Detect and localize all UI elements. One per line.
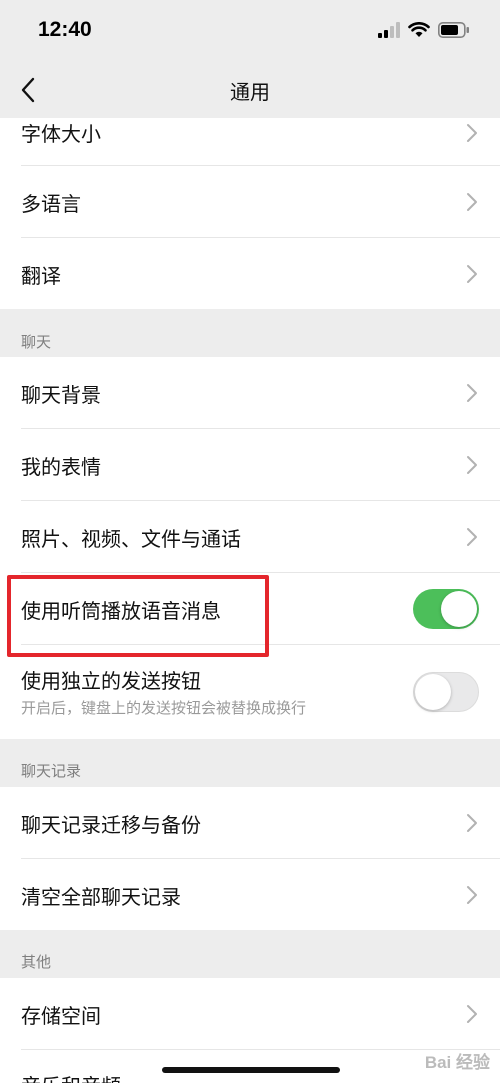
list-item-label: 清空全部聊天记录 bbox=[21, 885, 181, 909]
list-item-language[interactable]: 多语言 bbox=[0, 166, 500, 238]
list-item-label: 翻译 bbox=[21, 264, 61, 288]
status-icons bbox=[378, 22, 470, 38]
page-title: 通用 bbox=[230, 80, 270, 104]
nav-bar: 通用 bbox=[0, 62, 500, 118]
wifi-icon bbox=[408, 22, 430, 37]
list-item-label: 我的表情 bbox=[21, 455, 101, 479]
status-time: 12:40 bbox=[38, 18, 92, 41]
list-item-font-size[interactable]: 字体大小 bbox=[0, 118, 500, 166]
list-item-label: 照片、视频、文件与通话 bbox=[21, 527, 241, 551]
earpiece-playback-toggle[interactable] bbox=[413, 589, 479, 629]
chevron-right-icon bbox=[467, 1005, 477, 1023]
list-item-label: 音乐和音频 bbox=[21, 1070, 121, 1083]
list-item-photos-videos-files-calls[interactable]: 照片、视频、文件与通话 bbox=[0, 501, 500, 573]
list-item-storage[interactable]: 存储空间 bbox=[0, 978, 500, 1050]
separate-send-button-toggle[interactable] bbox=[413, 672, 479, 712]
list-item-label: 使用独立的发送按钮 bbox=[21, 669, 201, 693]
list-item-chat-migrate-backup[interactable]: 聊天记录迁移与备份 bbox=[0, 787, 500, 859]
chevron-right-icon bbox=[467, 124, 477, 142]
chevron-right-icon bbox=[467, 456, 477, 474]
section-header-label: 聊天记录 bbox=[21, 762, 82, 780]
watermark-logo: Bai 经验 bbox=[424, 1053, 490, 1072]
toggle-knob bbox=[441, 591, 477, 627]
highlight-annotation bbox=[7, 575, 269, 657]
cellular-signal-icon bbox=[378, 22, 400, 38]
list-item-label: 存储空间 bbox=[21, 1004, 101, 1028]
chevron-right-icon bbox=[467, 265, 477, 283]
list-item-description: 开启后，键盘上的发送按钮会被替换成换行 bbox=[21, 699, 307, 717]
list-item-translate[interactable]: 翻译 bbox=[0, 238, 500, 309]
chevron-right-icon bbox=[467, 384, 477, 402]
section-header-label: 聊天 bbox=[21, 333, 52, 351]
chevron-right-icon bbox=[467, 193, 477, 211]
chevron-right-icon bbox=[467, 528, 477, 546]
list-item-label: 聊天记录迁移与备份 bbox=[21, 813, 201, 837]
battery-icon bbox=[438, 22, 469, 38]
home-indicator[interactable] bbox=[162, 1067, 340, 1073]
section-header-other: 其他 bbox=[0, 930, 500, 978]
list-item-label: 字体大小 bbox=[21, 122, 101, 146]
section-header-chat: 聊天 bbox=[0, 309, 500, 357]
list-item-my-stickers[interactable]: 我的表情 bbox=[0, 429, 500, 501]
list-item-clear-chat-history[interactable]: 清空全部聊天记录 bbox=[0, 859, 500, 930]
list-item-chat-background[interactable]: 聊天背景 bbox=[0, 357, 500, 429]
toggle-knob bbox=[415, 674, 451, 710]
section-header-label: 其他 bbox=[21, 953, 52, 971]
chevron-right-icon bbox=[467, 814, 477, 832]
chevron-right-icon bbox=[467, 886, 477, 904]
status-bar: 12:40 bbox=[0, 0, 500, 62]
list-item-separate-send-button: 使用独立的发送按钮 开启后，键盘上的发送按钮会被替换成换行 bbox=[0, 645, 500, 739]
screen: 12:40 通用 字体大小 多语言 翻译 聊天 聊天背景 我的表情 照片、视频、… bbox=[0, 0, 500, 1083]
section-header-chat-history: 聊天记录 bbox=[0, 739, 500, 787]
list-item-label: 聊天背景 bbox=[21, 383, 101, 407]
list-item-label: 多语言 bbox=[21, 192, 81, 216]
